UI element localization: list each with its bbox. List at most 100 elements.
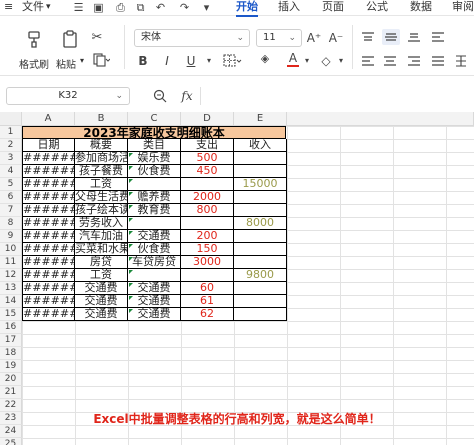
expense-cell[interactable]: 800 [181, 204, 234, 217]
print-icon[interactable]: ⎙ [114, 1, 127, 14]
row-header[interactable]: 4 [0, 165, 22, 178]
summary-cell[interactable]: 孩子绘本读物 [75, 204, 128, 217]
align-right-icon[interactable] [406, 55, 422, 67]
file-menu[interactable]: 文件 [22, 0, 44, 16]
undo-icon[interactable]: ↶ [154, 1, 167, 14]
income-cell[interactable] [234, 191, 287, 204]
income-cell[interactable]: 15000 [234, 178, 287, 191]
bold-button[interactable]: B [136, 54, 150, 68]
name-box[interactable]: K32 ⌄ [6, 87, 130, 105]
row-header[interactable]: 6 [0, 191, 22, 204]
font-color-dropdown-icon[interactable]: ▾ [302, 54, 312, 68]
tab-insert[interactable]: 插入 [278, 0, 300, 16]
income-cell[interactable] [234, 230, 287, 243]
category-cell[interactable]: 交通费 [128, 295, 181, 308]
date-cell[interactable]: ######## [22, 191, 75, 204]
text-direction-icon[interactable] [430, 31, 446, 43]
borders-button[interactable] [222, 53, 244, 69]
category-cell[interactable]: 教育费 [128, 204, 181, 217]
summary-cell[interactable]: 交通费 [75, 308, 128, 321]
column-header[interactable]: C [128, 112, 181, 126]
select-all-corner[interactable] [0, 112, 22, 126]
income-cell[interactable]: 9800 [234, 269, 287, 282]
table-header-cell[interactable]: 收入 [234, 139, 287, 152]
income-cell[interactable] [234, 256, 287, 269]
tab-review[interactable]: 审阅 [452, 0, 474, 16]
insert-function-icon[interactable]: fx [178, 88, 196, 104]
row-header[interactable]: 19 [0, 360, 22, 373]
row-header[interactable]: 20 [0, 373, 22, 386]
category-cell[interactable]: 车贷房贷 [128, 256, 181, 269]
align-left-icon[interactable] [360, 55, 376, 67]
income-cell[interactable]: 8000 [234, 217, 287, 230]
menu-hamburger-icon[interactable]: ≡ [4, 0, 13, 16]
cut-icon[interactable]: ✂ [90, 31, 104, 45]
grow-font-icon[interactable]: A⁺ [306, 30, 322, 46]
category-cell[interactable]: 娱乐费 [128, 152, 181, 165]
date-cell[interactable]: ######## [22, 178, 75, 191]
row-header[interactable]: 12 [0, 269, 22, 282]
file-dropdown-icon[interactable]: ▾ [46, 0, 51, 16]
row-header[interactable]: 9 [0, 230, 22, 243]
date-cell[interactable]: ######## [22, 243, 75, 256]
expense-cell[interactable]: 60 [181, 282, 234, 295]
table-header-cell[interactable]: 概要 [75, 139, 128, 152]
income-cell[interactable] [234, 295, 287, 308]
expense-cell[interactable] [181, 217, 234, 230]
summary-cell[interactable]: 房贷 [75, 256, 128, 269]
expense-cell[interactable]: 2000 [181, 191, 234, 204]
table-header-cell[interactable]: 日期 [22, 139, 75, 152]
row-header[interactable]: 14 [0, 295, 22, 308]
row-header[interactable]: 7 [0, 204, 22, 217]
row-header[interactable]: 5 [0, 178, 22, 191]
date-cell[interactable]: ######## [22, 282, 75, 295]
row-header[interactable]: 17 [0, 334, 22, 347]
tab-home[interactable]: 开始 [236, 0, 258, 17]
category-cell[interactable] [128, 217, 181, 230]
expense-cell[interactable]: 62 [181, 308, 234, 321]
paste-dropdown-icon[interactable]: ▾ [80, 56, 84, 65]
table-header-cell[interactable]: 类目 [128, 139, 181, 152]
align-bottom-icon[interactable] [406, 31, 422, 43]
summary-cell[interactable]: 交通费 [75, 282, 128, 295]
row-header[interactable]: 15 [0, 308, 22, 321]
category-cell[interactable]: 伙食费 [128, 165, 181, 178]
row-header[interactable]: 16 [0, 321, 22, 334]
expense-cell[interactable]: 500 [181, 152, 234, 165]
zoom-formula-icon[interactable] [152, 88, 168, 104]
clear-format-icon[interactable]: ◇ [318, 53, 334, 69]
row-header[interactable]: 2 [0, 139, 22, 152]
column-header[interactable]: A [22, 112, 75, 126]
table-header-cell[interactable]: 支出 [181, 139, 234, 152]
income-cell[interactable] [234, 243, 287, 256]
date-cell[interactable]: ######## [22, 165, 75, 178]
summary-cell[interactable]: 参加商场活动 [75, 152, 128, 165]
row-header[interactable]: 25 [0, 438, 22, 445]
summary-cell[interactable]: 工资 [75, 269, 128, 282]
menu-icon[interactable]: ☰ [72, 1, 85, 14]
expense-cell[interactable] [181, 178, 234, 191]
clear-dropdown-icon[interactable]: ▾ [336, 54, 346, 68]
expense-cell[interactable]: 61 [181, 295, 234, 308]
income-cell[interactable] [234, 204, 287, 217]
date-cell[interactable]: ######## [22, 152, 75, 165]
row-header[interactable]: 11 [0, 256, 22, 269]
justify-icon[interactable] [430, 55, 446, 67]
save-icon[interactable]: ▣ [92, 1, 105, 14]
date-cell[interactable]: ######## [22, 230, 75, 243]
expense-cell[interactable]: 200 [181, 230, 234, 243]
expense-cell[interactable]: 450 [181, 165, 234, 178]
income-cell[interactable] [234, 165, 287, 178]
date-cell[interactable]: ######## [22, 295, 75, 308]
column-header[interactable]: E [234, 112, 287, 126]
summary-cell[interactable]: 父母生活费 [75, 191, 128, 204]
category-cell[interactable] [128, 178, 181, 191]
tab-formulas[interactable]: 公式 [366, 0, 388, 16]
summary-cell[interactable]: 孩子餐费 [75, 165, 128, 178]
row-header[interactable]: 18 [0, 347, 22, 360]
income-cell[interactable] [234, 282, 287, 295]
copy-button[interactable] [92, 53, 111, 67]
fill-color-icon[interactable]: ◈ [258, 53, 272, 69]
underline-dropdown-icon[interactable]: ▾ [204, 54, 214, 68]
align-center-icon[interactable] [382, 55, 398, 67]
